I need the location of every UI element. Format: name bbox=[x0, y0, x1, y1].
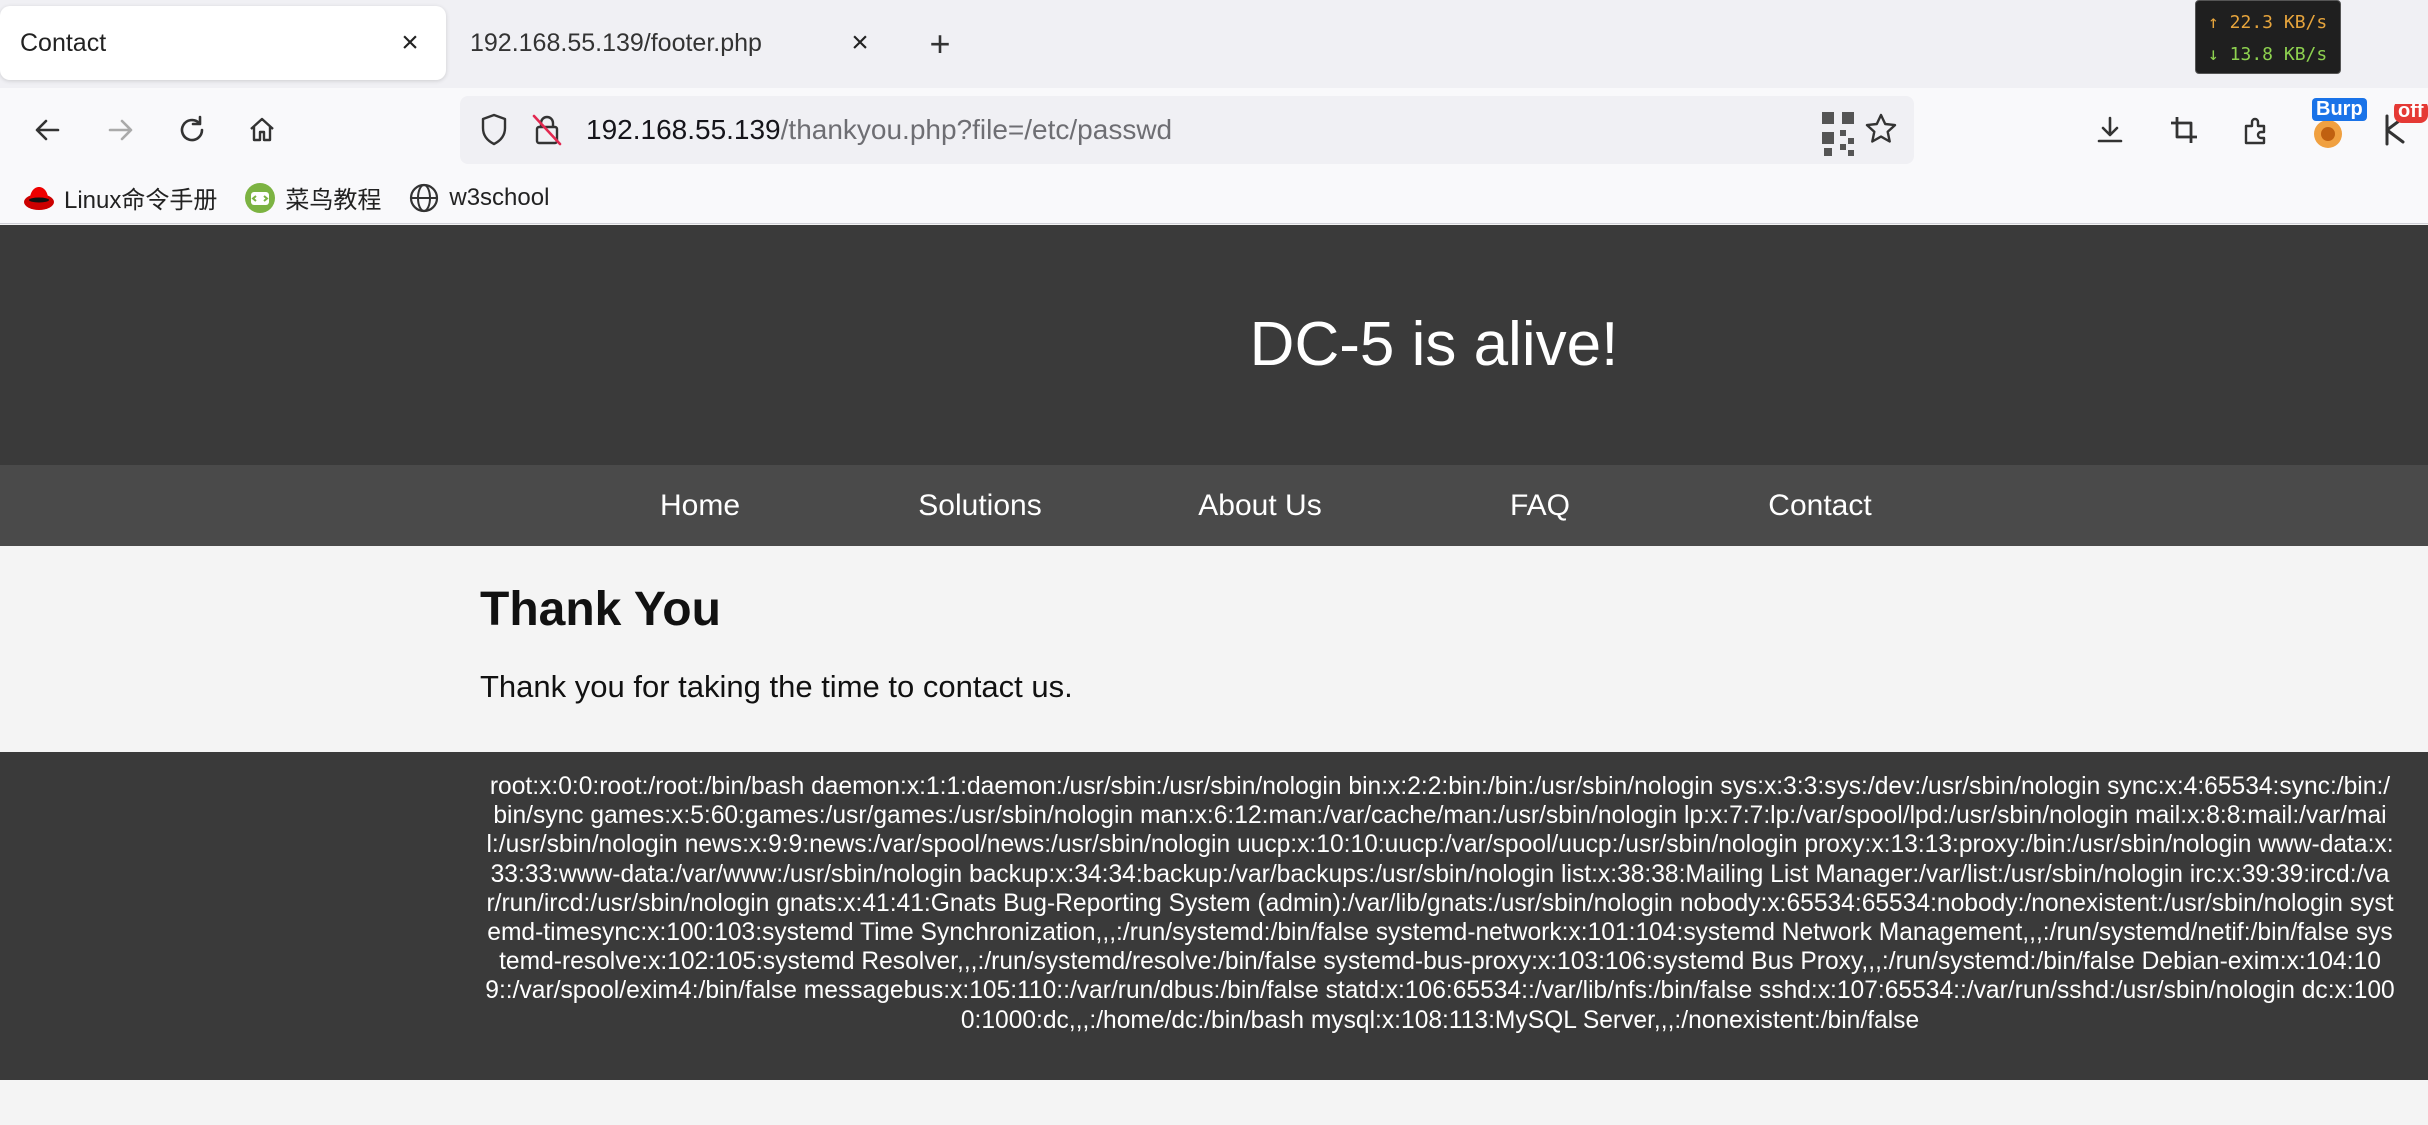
close-tab-icon[interactable]: × bbox=[840, 23, 880, 63]
bookmark-w3school[interactable]: w3school bbox=[407, 181, 549, 215]
crop-screenshot-icon[interactable] bbox=[2158, 104, 2210, 156]
upload-speed: ↑ 22.3 KB/s bbox=[2208, 12, 2328, 33]
bookmark-label: w3school bbox=[449, 183, 550, 211]
close-tab-icon[interactable]: × bbox=[390, 23, 430, 63]
main-content: Thank You Thank you for taking the time … bbox=[480, 546, 1980, 705]
menu-about-us[interactable]: About Us bbox=[1120, 465, 1400, 546]
tab-footer[interactable]: 192.168.55.139/footer.php × bbox=[450, 6, 896, 80]
shield-icon[interactable] bbox=[478, 112, 510, 148]
tab-title: Contact bbox=[20, 28, 107, 57]
navigation-toolbar: 192.168.55.139/thankyou.php?file=/etc/pa… bbox=[0, 88, 2428, 172]
download-speed: ↓ 13.8 KB/s bbox=[2208, 44, 2328, 65]
forward-arrow-icon[interactable] bbox=[94, 104, 146, 156]
qr-code-icon[interactable] bbox=[1820, 110, 1856, 158]
page-heading: Thank You bbox=[480, 583, 721, 636]
tab-bar: Contact × 192.168.55.139/footer.php × + … bbox=[0, 0, 2428, 88]
bookmark-runoob[interactable]: 菜鸟教程 bbox=[243, 180, 381, 215]
url-host: 192.168.55.139 bbox=[586, 114, 781, 145]
menu-contact[interactable]: Contact bbox=[1680, 465, 1960, 546]
bookmark-label: Linux命令手册 bbox=[64, 187, 218, 214]
download-icon[interactable] bbox=[2084, 104, 2136, 156]
menu-solutions[interactable]: Solutions bbox=[840, 465, 1120, 546]
tab-title: 192.168.55.139/footer.php bbox=[470, 28, 762, 57]
reload-icon[interactable] bbox=[166, 104, 218, 156]
site-menu: Home Solutions About Us FAQ Contact bbox=[0, 465, 2428, 546]
off-badge: off bbox=[2394, 104, 2428, 123]
url-text[interactable]: 192.168.55.139/thankyou.php?file=/etc/pa… bbox=[586, 96, 1172, 164]
web-page: DC-5 is alive! Home Solutions About Us F… bbox=[0, 225, 2428, 1125]
bookmark-star-icon[interactable] bbox=[1864, 112, 1898, 146]
url-path: /thankyou.php?file=/etc/passwd bbox=[780, 114, 1173, 145]
extensions-icon[interactable] bbox=[2230, 104, 2282, 156]
bookmark-linux[interactable]: Linux命令手册 bbox=[22, 180, 217, 215]
redhat-icon bbox=[24, 186, 54, 210]
menu-faq[interactable]: FAQ bbox=[1400, 465, 1680, 546]
footer-text: root:x:0:0:root:/root:/bin/bash daemon:x… bbox=[485, 773, 2395, 1034]
url-bar[interactable]: 192.168.55.139/thankyou.php?file=/etc/pa… bbox=[460, 96, 1914, 164]
bookmark-label: 菜鸟教程 bbox=[285, 187, 382, 214]
site-header: DC-5 is alive! bbox=[0, 225, 2428, 465]
home-icon[interactable] bbox=[236, 104, 288, 156]
plus-icon[interactable]: + bbox=[920, 23, 960, 64]
burp-badge: Burp bbox=[2312, 98, 2367, 121]
proxy-toggle-icon[interactable]: off bbox=[2374, 104, 2428, 156]
burp-extension-icon[interactable]: Burp bbox=[2302, 98, 2367, 156]
back-arrow-icon[interactable] bbox=[22, 104, 74, 156]
insecure-lock-icon[interactable] bbox=[530, 112, 564, 148]
site-title: DC-5 is alive! bbox=[1249, 310, 1619, 379]
runoob-icon bbox=[245, 182, 276, 213]
menu-home[interactable]: Home bbox=[560, 465, 840, 546]
site-footer: root:x:0:0:root:/root:/bin/bash daemon:x… bbox=[0, 752, 2428, 1080]
net-speed-widget: ↑ 22.3 KB/s ↓ 13.8 KB/s bbox=[2195, 0, 2341, 74]
bookmarks-toolbar: Linux命令手册 菜鸟教程 w3school bbox=[0, 172, 2428, 224]
globe-icon bbox=[410, 183, 439, 212]
thank-you-message: Thank you for taking the time to contact… bbox=[480, 669, 1073, 704]
tab-contact[interactable]: Contact × bbox=[0, 6, 446, 80]
